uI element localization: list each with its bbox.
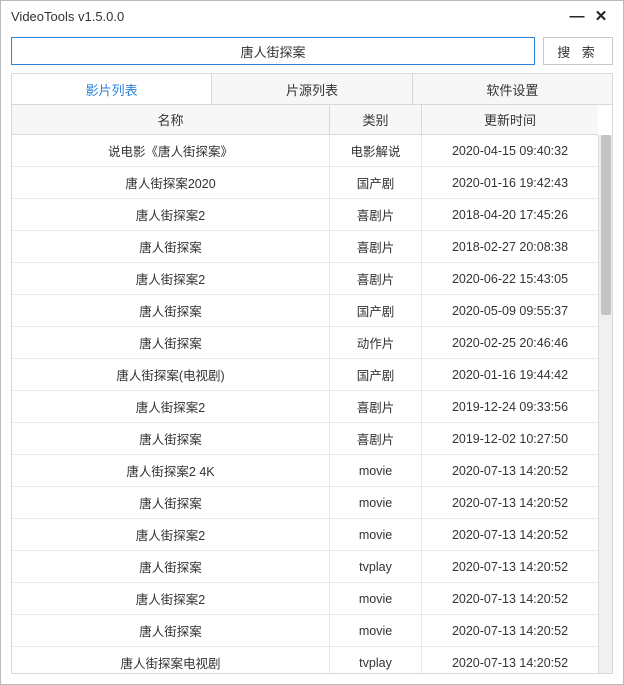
search-button[interactable]: 搜 索 [543, 37, 613, 65]
table-row[interactable]: 唐人街探案2movie2020-07-13 14:20:52 [12, 519, 598, 551]
cell-category: 国产剧 [330, 359, 422, 390]
table-row[interactable]: 唐人街探案电视剧tvplay2020-07-13 14:20:52 [12, 647, 598, 673]
table-row[interactable]: 唐人街探案2020国产剧2020-01-16 19:42:43 [12, 167, 598, 199]
table-row[interactable]: 唐人街探案movie2020-07-13 14:20:52 [12, 487, 598, 519]
cell-category: tvplay [330, 551, 422, 582]
results-table: 名称 类别 更新时间 说电影《唐人街探案》电影解说2020-04-15 09:4… [12, 105, 598, 673]
cell-name: 唐人街探案2020 [12, 167, 330, 198]
cell-category: 喜剧片 [330, 423, 422, 454]
cell-category: 动作片 [330, 327, 422, 358]
table-row[interactable]: 唐人街探案2movie2020-07-13 14:20:52 [12, 583, 598, 615]
search-input[interactable] [11, 37, 535, 65]
cell-updated: 2020-07-13 14:20:52 [422, 615, 598, 646]
cell-name: 唐人街探案 [12, 423, 330, 454]
cell-updated: 2020-07-13 14:20:52 [422, 519, 598, 550]
cell-name: 唐人街探案 [12, 551, 330, 582]
cell-updated: 2020-07-13 14:20:52 [422, 487, 598, 518]
scrollbar-thumb[interactable] [601, 135, 611, 315]
table-row[interactable]: 唐人街探案动作片2020-02-25 20:46:46 [12, 327, 598, 359]
cell-name: 唐人街探案 [12, 231, 330, 262]
table-row[interactable]: 唐人街探案(电视剧)国产剧2020-01-16 19:44:42 [12, 359, 598, 391]
cell-category: 喜剧片 [330, 199, 422, 230]
cell-category: 喜剧片 [330, 231, 422, 262]
table-row[interactable]: 唐人街探案2喜剧片2019-12-24 09:33:56 [12, 391, 598, 423]
cell-name: 唐人街探案 [12, 295, 330, 326]
cell-updated: 2020-01-16 19:42:43 [422, 167, 598, 198]
cell-category: 国产剧 [330, 167, 422, 198]
cell-name: 唐人街探案2 4K [12, 455, 330, 486]
cell-name: 唐人街探案 [12, 487, 330, 518]
cell-updated: 2020-01-16 19:44:42 [422, 359, 598, 390]
cell-category: 喜剧片 [330, 263, 422, 294]
cell-updated: 2019-12-02 10:27:50 [422, 423, 598, 454]
cell-category: movie [330, 487, 422, 518]
cell-updated: 2020-05-09 09:55:37 [422, 295, 598, 326]
cell-updated: 2020-07-13 14:20:52 [422, 583, 598, 614]
search-bar: 搜 索 [1, 31, 623, 73]
app-window: VideoTools v1.5.0.0 — ✕ 搜 索 影片列表 片源列表 软件… [0, 0, 624, 685]
cell-updated: 2020-02-25 20:46:46 [422, 327, 598, 358]
table-row[interactable]: 唐人街探案喜剧片2018-02-27 20:08:38 [12, 231, 598, 263]
minimize-button[interactable]: — [565, 8, 589, 25]
table-row[interactable]: 唐人街探案国产剧2020-05-09 09:55:37 [12, 295, 598, 327]
cell-updated: 2020-07-13 14:20:52 [422, 551, 598, 582]
cell-updated: 2019-12-24 09:33:56 [422, 391, 598, 422]
table-row[interactable]: 唐人街探案2 4Kmovie2020-07-13 14:20:52 [12, 455, 598, 487]
window-title: VideoTools v1.5.0.0 [11, 9, 565, 24]
table-row[interactable]: 唐人街探案2喜剧片2020-06-22 15:43:05 [12, 263, 598, 295]
tab-bar: 影片列表 片源列表 软件设置 [11, 73, 613, 104]
cell-name: 唐人街探案2 [12, 583, 330, 614]
col-header-updated[interactable]: 更新时间 [422, 105, 598, 134]
cell-updated: 2020-07-13 14:20:52 [422, 455, 598, 486]
table-header: 名称 类别 更新时间 [12, 105, 598, 135]
cell-name: 唐人街探案 [12, 615, 330, 646]
cell-category: 电影解说 [330, 135, 422, 166]
cell-updated: 2020-04-15 09:40:32 [422, 135, 598, 166]
cell-updated: 2018-04-20 17:45:26 [422, 199, 598, 230]
cell-name: 唐人街探案电视剧 [12, 647, 330, 673]
cell-updated: 2020-06-22 15:43:05 [422, 263, 598, 294]
cell-name: 唐人街探案2 [12, 391, 330, 422]
col-header-name[interactable]: 名称 [12, 105, 330, 134]
cell-name: 唐人街探案(电视剧) [12, 359, 330, 390]
content-area: 名称 类别 更新时间 说电影《唐人街探案》电影解说2020-04-15 09:4… [11, 104, 613, 674]
table-row[interactable]: 唐人街探案2喜剧片2018-04-20 17:45:26 [12, 199, 598, 231]
cell-name: 唐人街探案2 [12, 519, 330, 550]
tab-movie-list[interactable]: 影片列表 [12, 74, 212, 104]
cell-category: 喜剧片 [330, 391, 422, 422]
col-header-category[interactable]: 类别 [330, 105, 422, 134]
cell-name: 唐人街探案2 [12, 199, 330, 230]
close-button[interactable]: ✕ [589, 7, 613, 25]
cell-category: movie [330, 583, 422, 614]
table-row[interactable]: 唐人街探案tvplay2020-07-13 14:20:52 [12, 551, 598, 583]
cell-name: 唐人街探案2 [12, 263, 330, 294]
table-row[interactable]: 唐人街探案喜剧片2019-12-02 10:27:50 [12, 423, 598, 455]
cell-category: movie [330, 519, 422, 550]
cell-updated: 2018-02-27 20:08:38 [422, 231, 598, 262]
cell-category: 国产剧 [330, 295, 422, 326]
vertical-scrollbar[interactable] [598, 135, 612, 673]
cell-category: movie [330, 615, 422, 646]
table-row[interactable]: 唐人街探案movie2020-07-13 14:20:52 [12, 615, 598, 647]
table-row[interactable]: 说电影《唐人街探案》电影解说2020-04-15 09:40:32 [12, 135, 598, 167]
cell-name: 说电影《唐人街探案》 [12, 135, 330, 166]
tab-source-list[interactable]: 片源列表 [212, 74, 412, 104]
cell-updated: 2020-07-13 14:20:52 [422, 647, 598, 673]
cell-category: movie [330, 455, 422, 486]
tab-settings[interactable]: 软件设置 [413, 74, 612, 104]
table-body: 说电影《唐人街探案》电影解说2020-04-15 09:40:32唐人街探案20… [12, 135, 598, 673]
cell-name: 唐人街探案 [12, 327, 330, 358]
titlebar: VideoTools v1.5.0.0 — ✕ [1, 1, 623, 31]
cell-category: tvplay [330, 647, 422, 673]
